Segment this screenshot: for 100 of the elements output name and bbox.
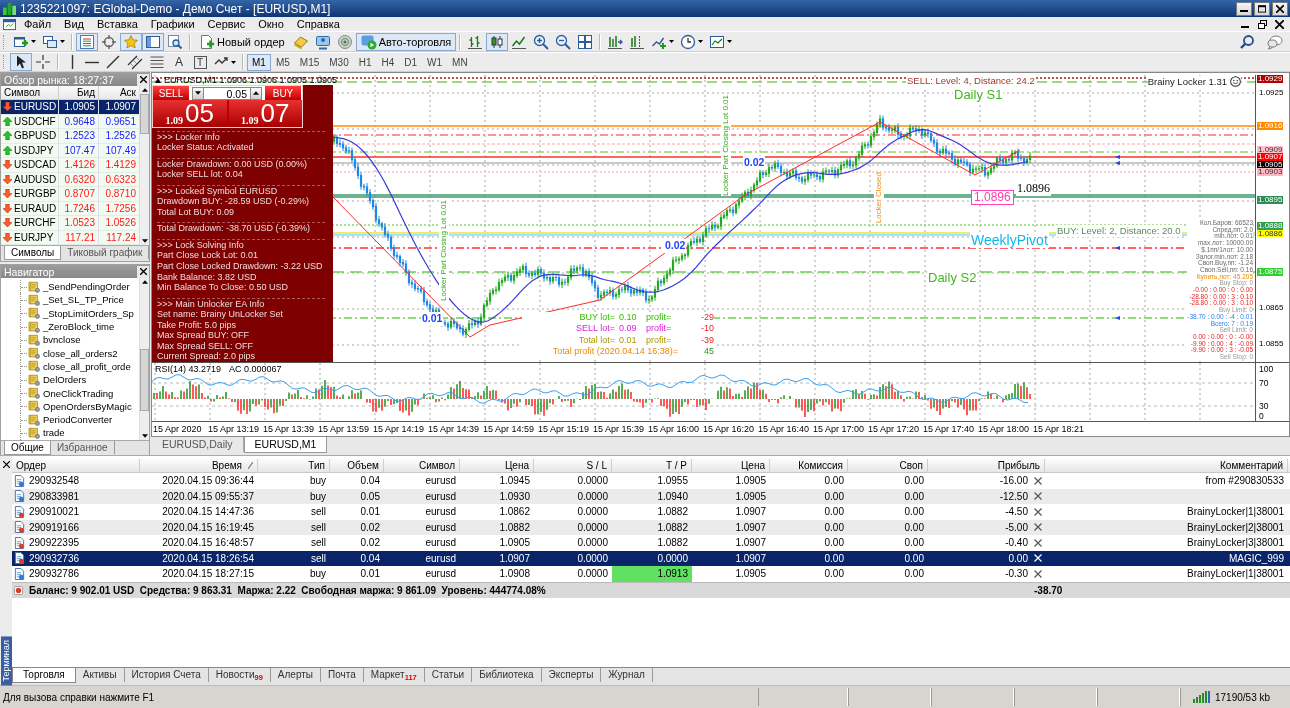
tree-item[interactable]: _ZeroBlock_time [1, 319, 139, 334]
column-header[interactable]: Цена [460, 459, 534, 472]
terminal-tab[interactable]: История Счета [124, 668, 209, 682]
timeframe-button[interactable]: M1 [247, 53, 271, 71]
symbol-row[interactable]: EURCHF 1.0523 1.0526 [1, 216, 139, 231]
timeframe-button[interactable]: H4 [376, 53, 400, 71]
close-order-button[interactable] [1032, 552, 1043, 564]
terminal-button[interactable] [142, 32, 164, 51]
terminal-tab[interactable]: Активы [75, 668, 125, 682]
panel-tab[interactable]: Символы [4, 246, 62, 260]
new-order-button[interactable]: Новый ордер [194, 32, 290, 51]
column-header[interactable]: S / L [534, 459, 612, 472]
close-button[interactable] [137, 73, 149, 86]
terminal-tab[interactable]: Алерты [270, 668, 321, 682]
candles-button[interactable] [486, 32, 509, 51]
market-watch-button[interactable] [76, 32, 98, 51]
time-label: 15 Apr 13:19 [208, 423, 261, 436]
tree-item[interactable]: _StopLimitOrders_Sp [1, 306, 139, 320]
menu-item[interactable]: Графики [150, 18, 207, 30]
close-button[interactable] [1, 459, 11, 469]
terminal-tab[interactable]: Библиотека [472, 668, 542, 682]
table-cell-text: 0.0000 [576, 536, 609, 551]
cursor-tool-button[interactable] [10, 53, 32, 71]
close-order-button[interactable] [1032, 475, 1043, 487]
timeframe-button[interactable]: M30 [324, 53, 354, 71]
tree-item[interactable]: _Set_SL_TP_Price [1, 293, 139, 307]
scrollbar[interactable] [139, 278, 149, 440]
timeframe-button[interactable]: M15 [294, 53, 325, 71]
terminal-tab[interactable]: Статьи [424, 668, 473, 682]
close-order-button[interactable] [1032, 521, 1043, 533]
timeframe-button[interactable]: W1 [422, 53, 448, 71]
menu-item[interactable]: Сервис [207, 18, 258, 30]
close-order-button[interactable] [1032, 490, 1043, 502]
timeframe-button[interactable]: MN [447, 53, 473, 71]
order-number: 290932736 [29, 552, 80, 564]
column-header[interactable]: Тип [258, 459, 330, 472]
maximize-button[interactable] [1254, 1, 1270, 16]
tree-item[interactable]: DelOrders [1, 373, 139, 387]
terminal-tab[interactable]: Новости$_{99}$ [208, 668, 271, 682]
symbol-row[interactable]: EURUSD 1.0905 1.0907 [1, 100, 139, 115]
column-header[interactable]: Бид [59, 86, 99, 99]
chart-tab[interactable]: EURUSD,Daily [152, 437, 244, 452]
bars-arrow-icon [607, 33, 624, 50]
close-order-button[interactable] [1032, 537, 1043, 549]
channel-icon [127, 54, 143, 70]
column-header[interactable]: Ордер [12, 459, 140, 472]
table-cell-text: buy [308, 474, 327, 489]
scroll-icon [28, 400, 40, 413]
close-order-button[interactable] [1032, 506, 1043, 518]
tree-item[interactable]: trade [1, 426, 139, 440]
panel-tab[interactable]: Общие [4, 440, 51, 455]
chart-tab[interactable]: EURUSD,M1 [243, 437, 328, 453]
monitor-person-icon [314, 33, 331, 50]
menu-item[interactable]: Вставка [96, 18, 150, 30]
column-header[interactable]: Комиссия [770, 459, 848, 472]
symbol-row[interactable]: USDCAD 1.4126 1.4129 [1, 158, 139, 173]
column-header[interactable]: Время [140, 459, 258, 472]
tree-item[interactable]: OneClickTrading [1, 386, 139, 400]
symbol-row[interactable]: EURGBP 0.8707 0.8710 [1, 187, 139, 202]
column-header[interactable]: Прибыль [928, 459, 1045, 472]
menu-item[interactable]: Справка [296, 18, 352, 30]
panel-tab[interactable]: Тиковый график [61, 246, 150, 259]
menu-item[interactable]: Окно [258, 18, 296, 30]
minimize-button[interactable] [1236, 1, 1252, 16]
column-header[interactable]: Объем [330, 459, 384, 472]
column-header[interactable]: Символ [384, 459, 460, 472]
column-header[interactable]: Символ [1, 86, 59, 99]
terminal-tab[interactable]: Маркет$_{117}$ [363, 668, 425, 682]
column-header[interactable]: T / P [612, 459, 692, 472]
tree-item[interactable]: close_all_profit_orde [1, 359, 139, 374]
column-header[interactable]: Комментарий [1045, 459, 1288, 472]
timeframe-button[interactable]: H1 [353, 53, 377, 71]
close-button[interactable] [1272, 1, 1288, 16]
terminal-tab[interactable]: Журнал [601, 668, 653, 682]
close-order-button[interactable] [1032, 568, 1043, 580]
panel-tab[interactable]: Избранное [50, 440, 115, 454]
scrollbar[interactable] [139, 86, 149, 245]
timeframe-button[interactable]: M5 [270, 53, 295, 71]
column-header[interactable]: Своп [848, 459, 928, 472]
auto-trading-button[interactable]: Авто-торговля [355, 32, 457, 51]
terminal-side-tab[interactable]: Терминал [0, 635, 12, 685]
terminal-tab[interactable]: Торговля [12, 668, 76, 683]
symbol-row[interactable]: GBPUSD 1.2523 1.2526 [1, 129, 139, 144]
scrollbar-thumb[interactable] [140, 349, 149, 411]
scrollbar-thumb[interactable] [140, 94, 149, 134]
tree-item[interactable]: _SendPendingOrder [1, 280, 139, 294]
timeframe-button[interactable]: D1 [399, 53, 423, 71]
menu-item[interactable]: Вид [64, 18, 96, 30]
menu-item[interactable]: Файл [24, 18, 64, 30]
tree-item[interactable]: bvnclose [1, 333, 139, 347]
balance-summary: Баланс: 9 902.01 USD Средства: 9 863.31 Маржа: 2.22 Свободная маржа: 9 861.09 Уровень: 444774.08% [29, 584, 546, 596]
tree-item[interactable]: close_all_orders2 [1, 346, 139, 360]
terminal-tab[interactable]: Эксперты [541, 668, 602, 682]
scroll-icon [28, 373, 40, 386]
column-header[interactable]: Цена [692, 459, 770, 472]
tree-item[interactable]: PeriodConverter [1, 412, 139, 427]
tree-item[interactable]: OpenOrdersByMagic [1, 399, 139, 413]
terminal-tab[interactable]: Почта [321, 668, 364, 682]
close-button[interactable] [137, 265, 149, 278]
text-tool-button[interactable]: A [168, 53, 190, 71]
